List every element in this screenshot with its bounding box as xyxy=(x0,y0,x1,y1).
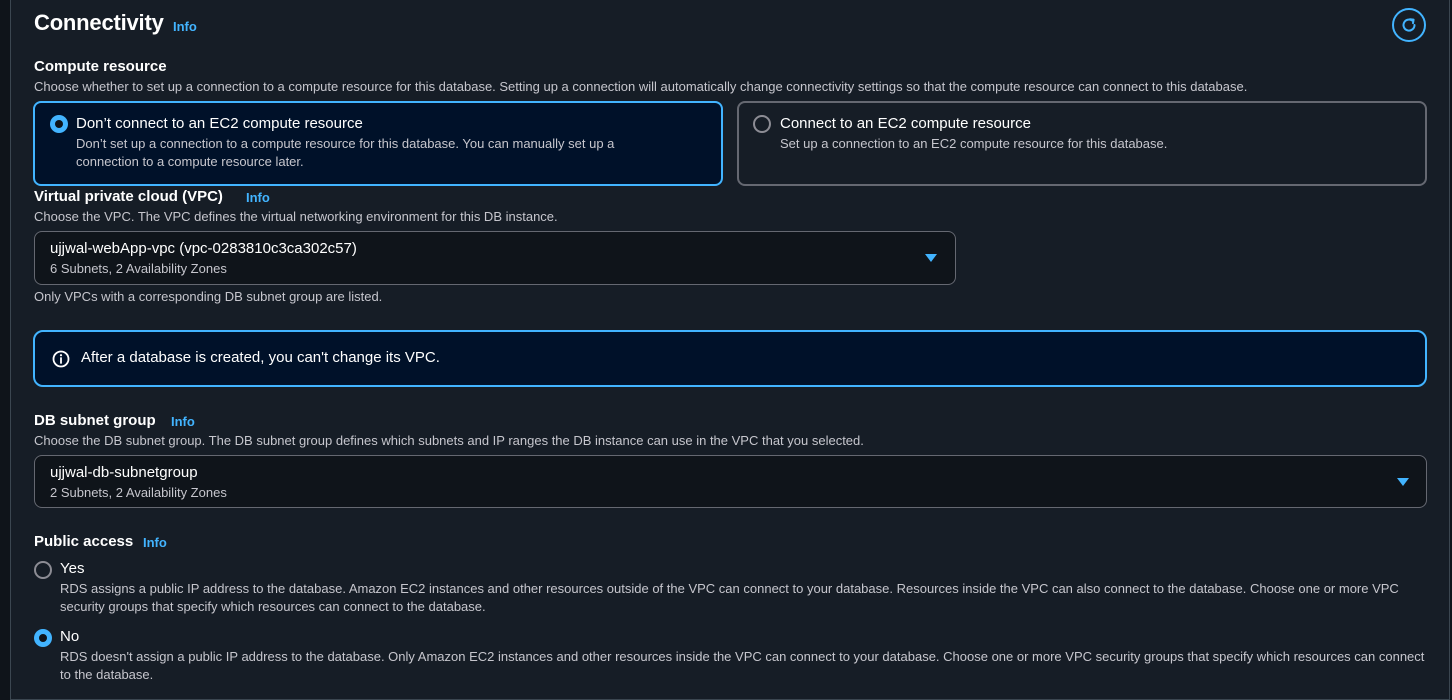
public-access-yes-title[interactable]: Yes xyxy=(60,560,84,577)
vpc-description: Choose the VPC. The VPC defines the virt… xyxy=(34,209,558,224)
public-access-no-title[interactable]: No xyxy=(60,628,79,645)
option-dont-connect-ec2[interactable]: Don’t connect to an EC2 compute resource… xyxy=(33,101,723,186)
info-circle-icon xyxy=(52,350,70,368)
option-dont-connect-ec2-title: Don’t connect to an EC2 compute resource xyxy=(76,115,363,132)
subnet-group-info-link[interactable]: Info xyxy=(171,414,195,429)
option-dont-connect-ec2-description: Don’t set up a connection to a compute r… xyxy=(76,136,615,169)
compute-resource-description: Choose whether to set up a connection to… xyxy=(34,79,1248,94)
option-connect-ec2-description: Set up a connection to an EC2 compute re… xyxy=(780,136,1168,151)
vpc-select[interactable]: ujjwal-webApp-vpc (vpc-0283810c3ca302c57… xyxy=(34,231,956,285)
compute-resource-label: Compute resource xyxy=(34,58,167,75)
vpc-hint: Only VPCs with a corresponding DB subnet… xyxy=(34,289,383,304)
radio-public-access-no[interactable] xyxy=(34,629,52,647)
vpc-info-link[interactable]: Info xyxy=(246,190,270,205)
option-connect-ec2[interactable]: Connect to an EC2 compute resource Set u… xyxy=(737,101,1427,186)
subnet-group-selected-value: ujjwal-db-subnetgroup xyxy=(50,464,198,481)
subnet-group-description: Choose the DB subnet group. The DB subne… xyxy=(34,433,864,448)
caret-down-icon xyxy=(925,254,937,262)
refresh-icon xyxy=(1402,18,1416,32)
public-access-label: Public access xyxy=(34,533,134,550)
subnet-group-selected-detail: 2 Subnets, 2 Availability Zones xyxy=(50,485,227,500)
public-access-no-description: RDS doesn't assign a public IP address t… xyxy=(60,649,1425,682)
vpc-selected-detail: 6 Subnets, 2 Availability Zones xyxy=(50,261,227,276)
connectivity-panel: Connectivity Info Compute resource Choos… xyxy=(10,0,1450,700)
section-title: Connectivity xyxy=(34,10,164,35)
radio-connect-ec2[interactable] xyxy=(753,115,771,133)
vpc-label: Virtual private cloud (VPC) xyxy=(34,188,223,205)
public-access-info-link[interactable]: Info xyxy=(143,535,167,550)
caret-down-icon xyxy=(1397,478,1409,486)
section-info-link[interactable]: Info xyxy=(173,19,197,34)
subnet-group-label: DB subnet group xyxy=(34,412,156,429)
option-connect-ec2-title: Connect to an EC2 compute resource xyxy=(780,115,1031,132)
public-access-yes-description: RDS assigns a public IP address to the d… xyxy=(60,581,1399,614)
vpc-selected-value: ujjwal-webApp-vpc (vpc-0283810c3ca302c57… xyxy=(50,240,357,257)
vpc-info-alert: After a database is created, you can't c… xyxy=(33,330,1427,387)
radio-public-access-yes[interactable] xyxy=(34,561,52,579)
subnet-group-select[interactable]: ujjwal-db-subnetgroup 2 Subnets, 2 Avail… xyxy=(34,455,1427,508)
refresh-button[interactable] xyxy=(1392,8,1426,42)
radio-dont-connect-ec2[interactable] xyxy=(50,115,68,133)
vpc-alert-text: After a database is created, you can't c… xyxy=(81,349,440,366)
